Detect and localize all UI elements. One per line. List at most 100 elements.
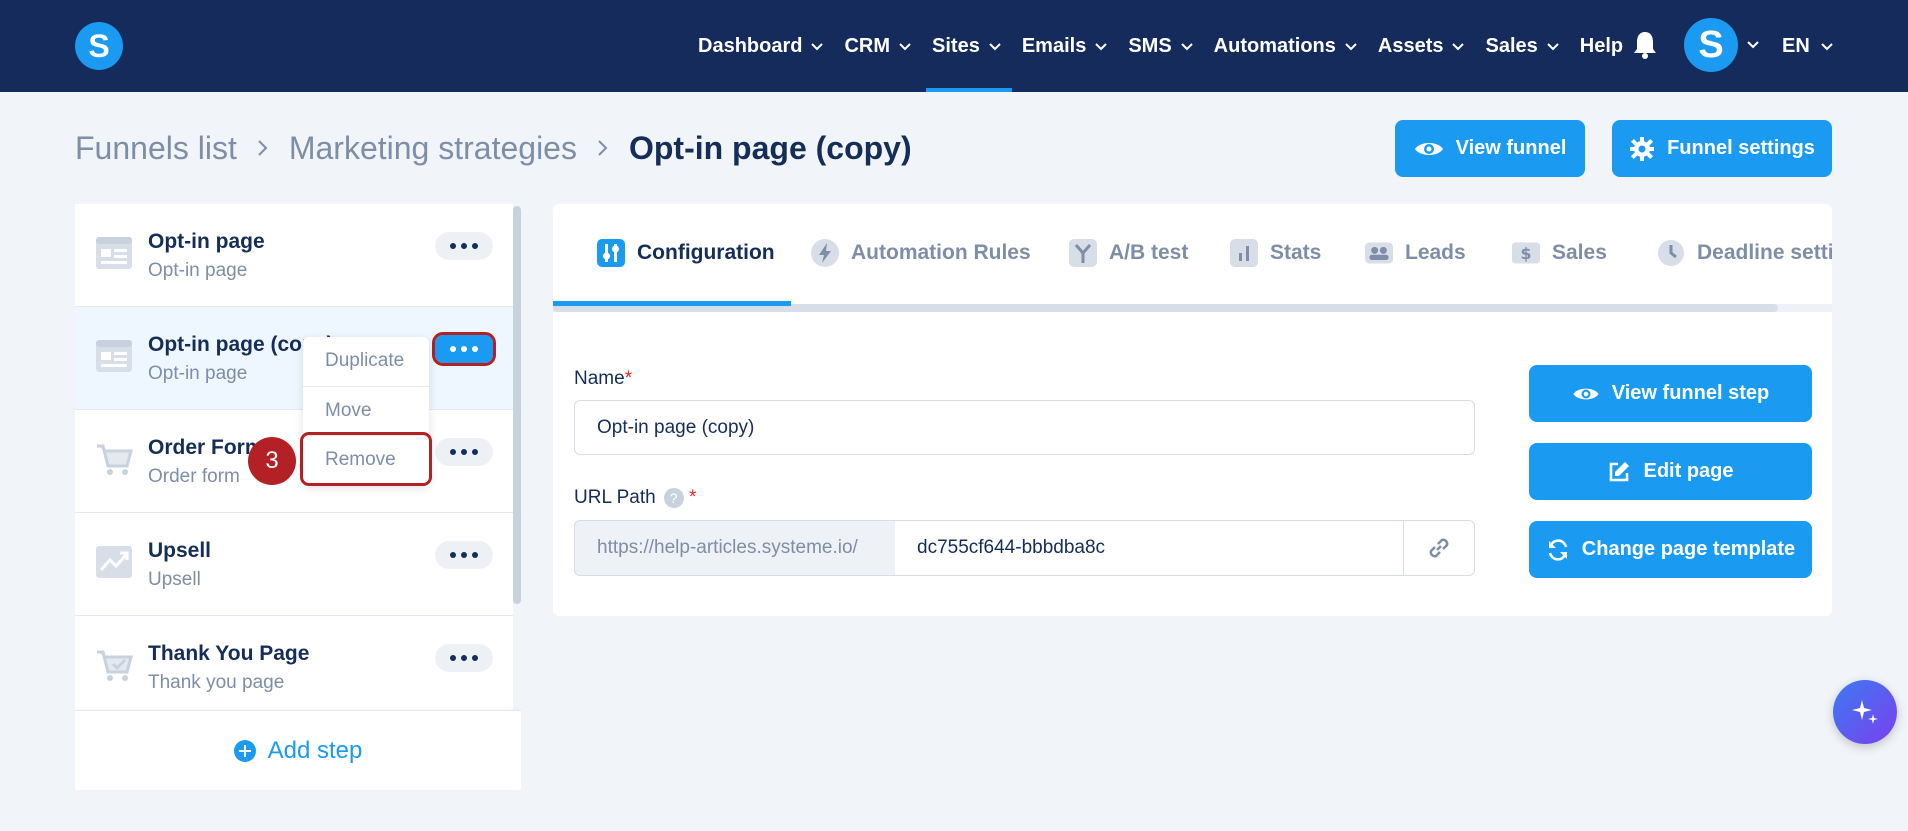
remove-menu-item[interactable]: Remove (300, 432, 432, 486)
step-title: Thank You Page (148, 642, 310, 665)
chevron-right-icon (258, 140, 268, 156)
split-icon (1069, 239, 1097, 267)
move-menu-item[interactable]: Move (303, 386, 429, 434)
systeme-logo[interactable]: S (75, 22, 123, 70)
add-step-button[interactable]: Add step (75, 710, 521, 790)
menu-sites[interactable]: Sites (924, 0, 1014, 92)
menu-sales[interactable]: Sales (1477, 0, 1571, 92)
copy-link-button[interactable] (1403, 520, 1475, 576)
step-subtitle: Opt-in page (148, 260, 248, 281)
tab-label: A/B test (1109, 241, 1189, 264)
add-step-label: Add step (267, 736, 363, 764)
step-title: Opt-in page (148, 230, 265, 253)
view-funnel-label: View funnel (1455, 137, 1567, 159)
step-more-button[interactable] (435, 232, 493, 260)
chevron-down-icon[interactable] (1746, 37, 1760, 51)
menu-crm[interactable]: CRM (836, 0, 924, 92)
menu-sms[interactable]: SMS (1120, 0, 1205, 92)
dollar-icon: $ (1512, 242, 1540, 264)
menu-label: SMS (1128, 34, 1172, 57)
user-avatar[interactable]: S (1684, 18, 1738, 72)
duplicate-menu-item[interactable]: Duplicate (303, 337, 429, 385)
funnel-step[interactable]: Opt-in page Opt-in page (75, 204, 513, 307)
step-subtitle: Thank you page (148, 672, 285, 693)
menu-emails[interactable]: Emails (1014, 0, 1120, 92)
chevron-down-icon (811, 43, 824, 51)
active-tab-indicator (553, 301, 791, 306)
tab-label: Configuration (637, 241, 775, 264)
name-input[interactable]: Opt-in page (copy) (574, 400, 1475, 455)
menu-label: Emails (1021, 34, 1087, 57)
step-subtitle: Order form (148, 466, 240, 487)
menu-help[interactable]: Help (1572, 0, 1635, 92)
menu-label: Sites (932, 34, 980, 57)
tab-stats[interactable]: Stats (1230, 204, 1321, 302)
tab-configuration[interactable]: Configuration (597, 204, 775, 302)
sparkle-icon (1852, 700, 1878, 724)
bell-icon[interactable] (1632, 30, 1658, 60)
menu-label: Dashboard (698, 34, 803, 57)
refresh-icon (1548, 538, 1568, 561)
url-path-input[interactable]: dc755cf644-bbbdba8c (895, 520, 1404, 576)
plus-circle-icon (233, 739, 256, 762)
bolt-icon (811, 239, 839, 267)
page-title: Opt-in page (copy) (628, 129, 912, 166)
change-page-template-button[interactable]: Change page template (1529, 521, 1812, 578)
funnel-step[interactable]: Thank You Page Thank you page (75, 616, 513, 719)
step-more-button[interactable] (435, 541, 493, 569)
step-more-button[interactable] (435, 438, 493, 466)
menu-dashboard[interactable]: Dashboard (690, 0, 836, 92)
cart-icon (97, 444, 133, 475)
tab-ab-test[interactable]: A/B test (1069, 204, 1188, 302)
top-navbar: S Dashboard CRM Sites Emails SMS Automat… (0, 0, 1908, 92)
tab-sales[interactable]: $ Sales (1512, 204, 1607, 302)
url-prefix: https://help-articles.systeme.io/ (574, 520, 896, 576)
change-page-template-label: Change page template (1581, 538, 1796, 560)
page-icon (96, 340, 132, 372)
funnel-settings-button[interactable]: Funnel settings (1612, 120, 1832, 177)
funnel-steps-panel: Opt-in page Opt-in page Opt-in page (cop… (75, 204, 521, 790)
step-actions-dropdown: Duplicate Move Remove (300, 337, 432, 486)
tab-label: Deadline setti (1697, 241, 1832, 264)
chevron-right-icon (598, 140, 608, 156)
menu-automations[interactable]: Automations (1206, 0, 1370, 92)
edit-page-button[interactable]: Edit page (1529, 443, 1812, 500)
step-more-button[interactable] (432, 332, 496, 366)
tab-label: Automation Rules (851, 241, 1031, 264)
tab-leads[interactable]: Leads (1365, 204, 1466, 302)
view-funnel-step-button[interactable]: View funnel step (1529, 365, 1812, 422)
tab-label: Leads (1405, 241, 1466, 264)
breadcrumb-funnel[interactable]: Marketing strategies (289, 130, 577, 167)
chevron-down-icon (1180, 43, 1193, 51)
breadcrumb-funnels-list[interactable]: Funnels list (75, 130, 237, 167)
required-mark: * (624, 368, 633, 389)
url-path-label: URL Path? * (574, 487, 696, 509)
menu-label: Help (1579, 34, 1624, 57)
steps-scrollbar[interactable] (513, 206, 521, 604)
tab-automation-rules[interactable]: Automation Rules (811, 204, 1031, 302)
name-label-text: Name (574, 368, 625, 389)
funnel-settings-label: Funnel settings (1667, 137, 1815, 159)
step-title: Order Form (148, 436, 264, 459)
view-funnel-button[interactable]: View funnel (1395, 120, 1585, 177)
step-subtitle: Upsell (148, 569, 201, 590)
page-icon (96, 237, 132, 269)
help-icon[interactable]: ? (663, 487, 684, 508)
tab-bar: Configuration Automation Rules A/B test … (553, 204, 1832, 302)
name-label: Name* (574, 368, 632, 390)
menu-label: Automations (1213, 34, 1336, 57)
funnel-step[interactable]: Opt-in page (copy) Opt-in page (75, 307, 513, 410)
sliders-icon (597, 239, 625, 267)
funnel-step[interactable]: Upsell Upsell (75, 513, 513, 616)
ai-assistant-button[interactable] (1833, 680, 1897, 744)
edit-page-label: Edit page (1643, 460, 1734, 482)
view-funnel-step-label: View funnel step (1611, 382, 1770, 404)
step-more-button[interactable] (435, 644, 493, 672)
menu-assets[interactable]: Assets (1370, 0, 1478, 92)
main-menu: Dashboard CRM Sites Emails SMS Automatio… (690, 0, 1635, 92)
tab-deadline-settings[interactable]: Deadline setti (1657, 204, 1832, 302)
link-icon (1429, 538, 1449, 558)
language-selector[interactable]: EN (1782, 0, 1834, 92)
chevron-down-icon (989, 43, 1001, 51)
chevron-down-icon (1452, 43, 1465, 51)
